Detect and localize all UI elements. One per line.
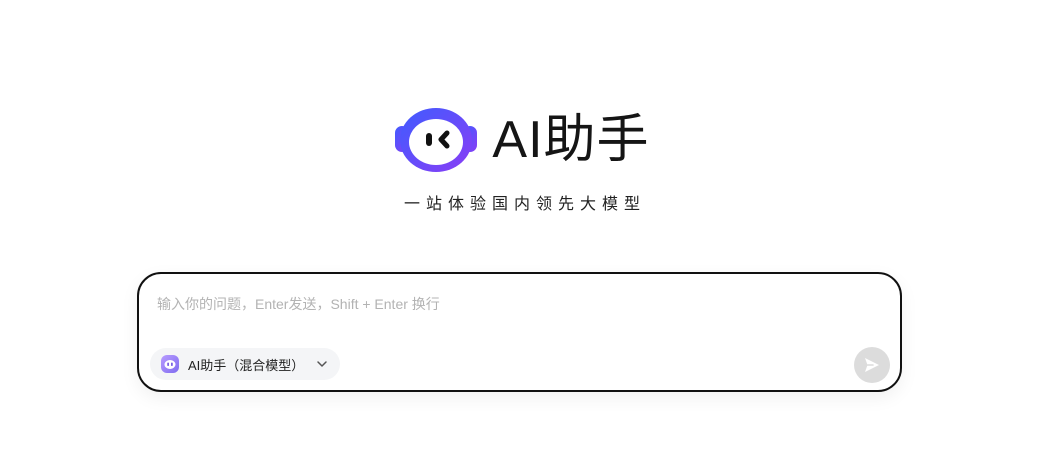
- brand-tagline: 一站体验国内领先大模型: [403, 196, 646, 213]
- prompt-input[interactable]: [157, 292, 847, 316]
- send-icon: [865, 358, 879, 372]
- brand-title: AI助手: [492, 111, 650, 169]
- send-button[interactable]: [854, 347, 890, 383]
- hero: AI助手 一站体验国内领先大模型: [0, 104, 1044, 214]
- robot-mini-icon: [161, 355, 179, 373]
- model-selector-label: AI助手（混合模型）: [188, 357, 305, 373]
- brand-row: AI助手: [394, 104, 649, 176]
- model-selector[interactable]: AI助手（混合模型）: [150, 348, 341, 380]
- page: AI助手 一站体验国内领先大模型 AI助手（混合模型）: [0, 0, 1044, 452]
- robot-face-logo-icon: [395, 108, 478, 172]
- chevron-down-icon: [317, 361, 328, 367]
- chat-composer: AI助手（混合模型）: [137, 272, 902, 392]
